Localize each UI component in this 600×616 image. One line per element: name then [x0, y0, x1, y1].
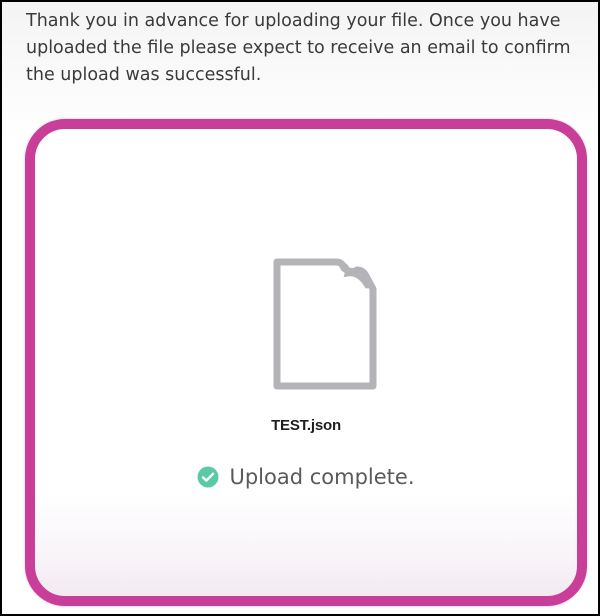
- file-name: TEST.json: [271, 417, 341, 434]
- upload-panel: Thank you in advance for uploading your …: [0, 0, 600, 616]
- upload-dropzone[interactable]: TEST.json Upload complete.: [25, 119, 587, 606]
- check-circle-icon: [197, 466, 219, 488]
- upload-status: Upload complete.: [35, 465, 577, 493]
- document-icon: [273, 258, 377, 390]
- intro-text: Thank you in advance for uploading your …: [26, 11, 571, 85]
- status-text: Upload complete.: [229, 465, 415, 489]
